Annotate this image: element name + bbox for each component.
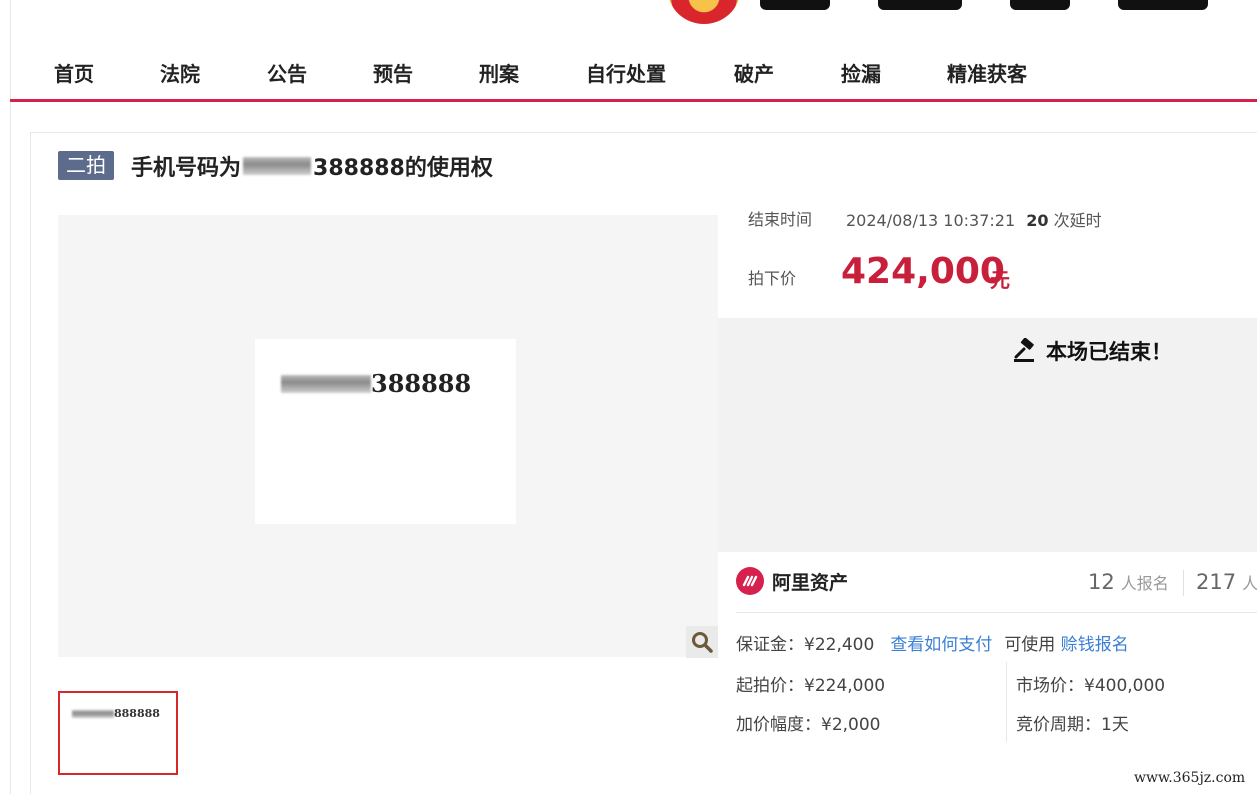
nav-item-court[interactable]: 法院	[160, 58, 200, 87]
nav-item-precise-leads[interactable]: 精准获客	[947, 58, 1027, 87]
stat-separator	[1183, 570, 1184, 596]
bidding-cycle: 竞价周期：1天	[1016, 715, 1129, 735]
image-viewer: 388888	[58, 215, 718, 657]
end-time: 2024/08/13 10:37:21	[846, 211, 1016, 230]
end-time-label: 结束时间	[748, 210, 813, 229]
site-logo[interactable]	[668, 0, 1257, 26]
nav-item-criminal[interactable]: 刑案	[479, 58, 519, 87]
nav-item-bargain[interactable]: 捡漏	[841, 58, 881, 87]
usable-label: 可使用	[1004, 635, 1056, 655]
views-count: 217	[1196, 570, 1237, 594]
start-price: 起拍价：¥224,000	[736, 676, 886, 696]
listing-title: 手机号码为 388888的使用权	[131, 150, 493, 182]
section-divider	[736, 612, 1257, 613]
main-image-number-suffix: 388888	[371, 369, 472, 398]
nav-item-home[interactable]: 首页	[54, 58, 94, 87]
redacted-digits	[72, 709, 114, 718]
gavel-icon	[1014, 338, 1034, 362]
final-price: 424,000	[841, 251, 1005, 292]
platform-brand[interactable]: 阿里资产	[736, 567, 848, 595]
thumbnail-number: 888888	[72, 707, 160, 720]
magnifier-icon[interactable]	[686, 626, 718, 658]
title-prefix: 手机号码为	[131, 156, 242, 181]
deposit-amount: 保证金：¥22,400	[736, 635, 875, 655]
registrations-label: 人报名	[1120, 574, 1169, 593]
market-price: 市场价：¥400,000	[1016, 676, 1166, 696]
registrations-count: 12	[1088, 570, 1115, 594]
ended-text: 本场已结束！	[1046, 340, 1172, 364]
logo-glyph	[760, 0, 830, 10]
logo-glyph	[878, 0, 962, 10]
main-image[interactable]: 388888	[255, 339, 516, 524]
auction-status-panel	[718, 318, 1257, 552]
nav-item-bankruptcy[interactable]: 破产	[734, 58, 774, 87]
thumbnail-number-suffix: 888888	[114, 707, 160, 720]
redacted-digits	[243, 157, 312, 175]
how-to-pay-link[interactable]: 查看如何支付	[890, 630, 992, 655]
views-label: 人	[1242, 574, 1257, 593]
logo-glyph	[1118, 0, 1208, 10]
end-time-value: 2024/08/13 10:37:21 20 次延时	[846, 207, 1102, 231]
redacted-digits	[281, 374, 371, 393]
round-badge: 二拍	[58, 151, 114, 180]
page-left-border	[10, 0, 11, 794]
nav-item-preview[interactable]: 预告	[373, 58, 413, 87]
logo-glyph	[1010, 0, 1070, 10]
delay-label: 次延时	[1053, 211, 1102, 230]
earn-register-link[interactable]: 赊钱报名	[1061, 635, 1129, 655]
watermark: www.365jz.com	[1134, 770, 1246, 786]
logo-wordmark	[760, 0, 1208, 10]
auction-ended-message: 本场已结束！	[1012, 336, 1172, 366]
nav-item-self-disposal[interactable]: 自行处置	[586, 58, 666, 87]
deposit-row: 保证金：¥22,400 查看如何支付 可使用 赊钱报名	[736, 630, 1129, 655]
terms-separator	[1006, 662, 1007, 742]
registrations-stat: 12 人报名	[1088, 570, 1169, 594]
main-image-number: 388888	[281, 369, 471, 398]
final-price-label: 拍下价	[748, 269, 797, 288]
title-suffix: 388888的使用权	[313, 156, 493, 181]
delay-count: 20	[1026, 211, 1049, 230]
views-stat: 217 人	[1196, 570, 1257, 594]
price-unit: 元	[990, 268, 1010, 292]
brand-name: 阿里资产	[772, 571, 849, 594]
court-emblem-icon	[668, 0, 740, 24]
main-nav: 首页 法院 公告 预告 刑案 自行处置 破产 捡漏 精准获客	[10, 40, 1257, 102]
bid-increment: 加价幅度：¥2,000	[736, 715, 881, 735]
nav-item-notice[interactable]: 公告	[267, 58, 307, 87]
thumbnail-selected[interactable]: 888888	[58, 691, 178, 775]
ali-assets-logo-icon	[736, 567, 764, 595]
